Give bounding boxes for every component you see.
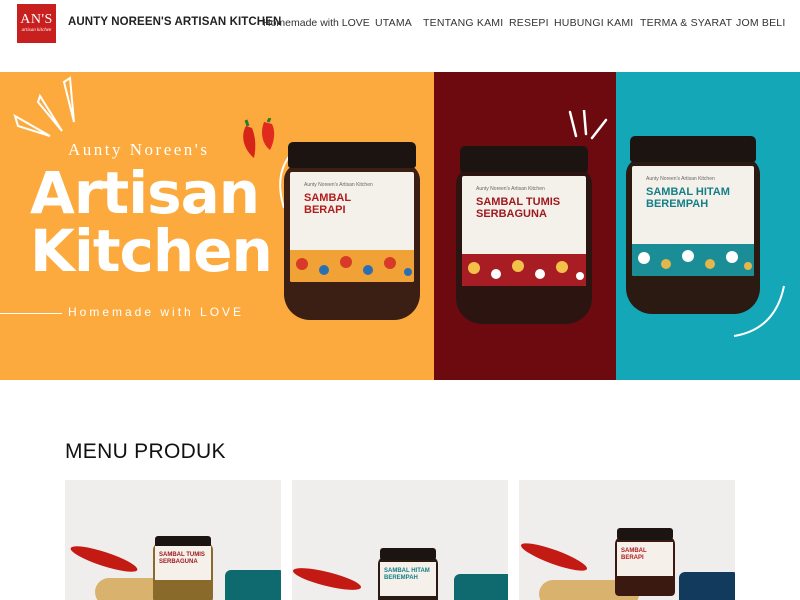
product-label-line: BERAPI <box>621 555 644 561</box>
product-jar-sambal-tumis-serbaguna: Aunty Noreen's Artisan Kitchen SAMBAL TU… <box>456 146 592 324</box>
fabric-cloth <box>225 570 281 600</box>
hero-tagline: Homemade with LOVE <box>68 305 245 319</box>
fabric-cloth <box>454 574 508 600</box>
hero-title: Artisan Kitchen <box>30 159 273 285</box>
chili-icon <box>519 538 590 576</box>
product-card-hitam-berempah[interactable]: SAMBAL HITAM BEREMPAH <box>292 480 508 600</box>
jar-label-name: SAMBAL TUMIS SERBAGUNA <box>476 196 560 220</box>
jar-label-line: SAMBAL HITAM <box>646 186 730 198</box>
chili-icon <box>68 541 140 577</box>
product-label: SAMBAL HITAM BEREMPAH <box>380 562 436 596</box>
logo-subtext: artisan kitchen <box>21 28 52 33</box>
site-header: AN'S artisan kitchen AUNTY NOREEN'S ARTI… <box>0 0 800 72</box>
jar-label-line: BERAPI <box>304 204 346 216</box>
jar-lid <box>288 142 416 168</box>
logo-text: AN'S <box>20 12 53 27</box>
nav-item-hubungi-kami[interactable]: HUBUNGI KAMI <box>554 17 633 29</box>
jar-label: Aunty Noreen's Artisan Kitchen SAMBAL TU… <box>462 176 586 286</box>
hero-divider <box>0 313 62 314</box>
jar-label-line: BEREMPAH <box>646 198 709 210</box>
product-label-line: SERBAGUNA <box>159 559 198 565</box>
jar-label-line: SAMBAL TUMIS <box>476 196 561 208</box>
jar-lid <box>630 136 756 162</box>
chili-icon <box>243 118 275 158</box>
section-title-menu-produk: MENU PRODUK <box>65 440 226 463</box>
product-jar-lid <box>617 528 673 540</box>
hero-pre-title: Aunty Noreen's <box>68 140 210 159</box>
jar-label-name: SAMBAL BERAPI <box>304 192 351 216</box>
batik-pattern-icon <box>290 250 414 282</box>
batik-pattern-icon <box>632 244 754 276</box>
product-label-line: BEREMPAH <box>384 575 418 581</box>
jar-label-line: SERBAGUNA <box>476 208 547 220</box>
chili-icon <box>292 563 363 595</box>
product-card-berapi[interactable]: SAMBAL BERAPI <box>519 480 735 600</box>
jar-label-line: SAMBAL <box>304 192 352 204</box>
nav-item-resepi[interactable]: RESEPI <box>509 17 549 29</box>
jar-label: Aunty Noreen's Artisan Kitchen SAMBAL HI… <box>632 166 754 276</box>
product-label: SAMBAL TUMIS SERBAGUNA <box>155 546 211 580</box>
batik-pattern-icon <box>462 254 586 286</box>
product-label-line: SAMBAL TUMIS <box>159 552 205 558</box>
hero-title-line: Artisan <box>30 159 260 227</box>
product-label-line: SAMBAL <box>621 548 647 554</box>
sparkle-strokes-icon <box>568 110 608 140</box>
jar-label-name: SAMBAL HITAM BEREMPAH <box>646 186 730 210</box>
product-label: SAMBAL BERAPI <box>617 542 673 576</box>
site-tagline: Homemade with LOVE <box>263 17 370 29</box>
product-jar-sambal-hitam-berempah: Aunty Noreen's Artisan Kitchen SAMBAL HI… <box>626 136 760 314</box>
sparkle-strokes-icon <box>13 76 75 137</box>
jar-label-brand: Aunty Noreen's Artisan Kitchen <box>476 186 545 192</box>
hero-title-line: Kitchen <box>30 217 273 285</box>
product-jar-sambal-berapi: Aunty Noreen's Artisan Kitchen SAMBAL BE… <box>284 142 420 320</box>
jar-label-brand: Aunty Noreen's Artisan Kitchen <box>646 176 715 182</box>
nav-item-utama[interactable]: UTAMA <box>375 17 412 29</box>
site-title[interactable]: AUNTY NOREEN'S ARTISAN KITCHEN <box>68 16 281 28</box>
jar-lid <box>460 146 588 172</box>
jar-label: Aunty Noreen's Artisan Kitchen SAMBAL BE… <box>290 172 414 282</box>
nav-item-tentang-kami[interactable]: TENTANG KAMI <box>423 17 503 29</box>
product-label-line: SAMBAL HITAM <box>384 568 430 574</box>
nav-item-jom-beli[interactable]: JOM BELI <box>736 17 785 29</box>
product-card-tumis-serbaguna[interactable]: SAMBAL TUMIS SERBAGUNA <box>65 480 281 600</box>
nav-item-terma-syarat[interactable]: TERMA & SYARAT <box>640 17 732 29</box>
jar-label-brand: Aunty Noreen's Artisan Kitchen <box>304 182 373 188</box>
fabric-cloth <box>679 572 735 600</box>
brand-logo[interactable]: AN'S artisan kitchen <box>17 4 56 43</box>
product-jar-lid <box>380 548 436 560</box>
hero-banner: Aunty Noreen's Artisan Kitchen Homemade … <box>0 72 800 380</box>
